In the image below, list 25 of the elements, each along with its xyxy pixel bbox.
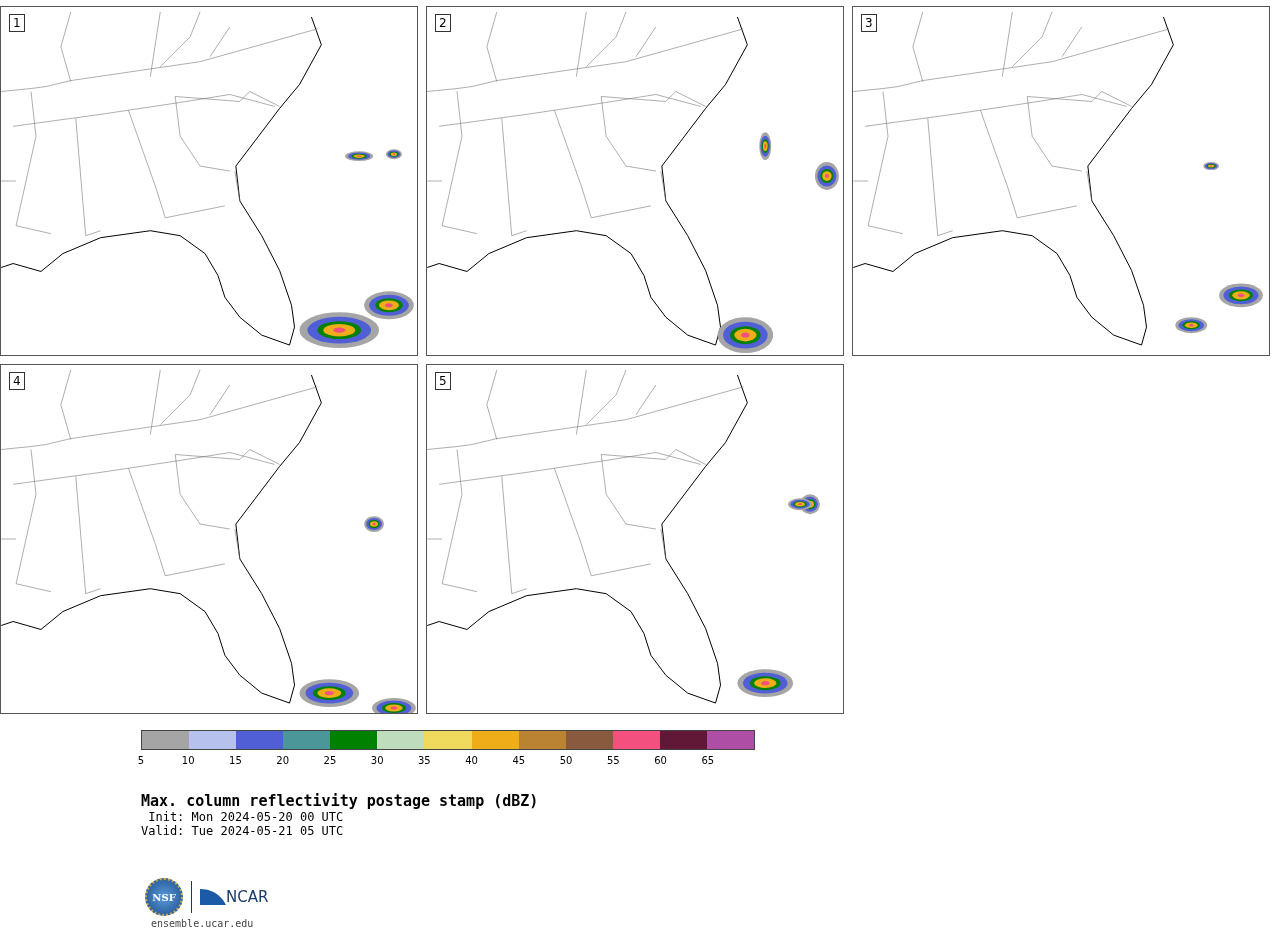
tick-label: 50 — [559, 755, 573, 766]
tick-label: 45 — [512, 755, 526, 766]
chart-title: Max. column reflectivity postage stamp (dBZ) — [141, 792, 540, 810]
panel-number: 2 — [435, 14, 451, 32]
tick-label: 60 — [654, 755, 667, 766]
tick-label: 65 — [701, 755, 715, 766]
site-url: ensemble.ucar.edu — [151, 918, 255, 929]
tick-label: 35 — [418, 755, 431, 766]
panel-number: 4 — [9, 372, 25, 390]
tick-label: 10 — [181, 755, 195, 766]
panel-number: 5 — [435, 372, 451, 390]
panel-number: 3 — [861, 14, 877, 32]
tick-label: 30 — [370, 755, 384, 766]
valid-time: Valid: Tue 2024-05-21 05 UTC — [141, 824, 345, 838]
tick-label: 40 — [465, 755, 478, 766]
tick-label: 5 — [137, 755, 145, 766]
tick-label: 15 — [229, 755, 242, 766]
init-time: Init: Mon 2024-05-20 00 UTC — [147, 810, 345, 824]
swoosh-icon — [200, 887, 226, 907]
tick-label: 20 — [276, 755, 290, 766]
globe-logo: NSF — [145, 878, 183, 916]
tick-label: 55 — [606, 755, 620, 766]
tick-label: 25 — [323, 755, 337, 766]
logo-text: NCAR — [226, 888, 269, 906]
panel-number: 1 — [9, 14, 25, 32]
